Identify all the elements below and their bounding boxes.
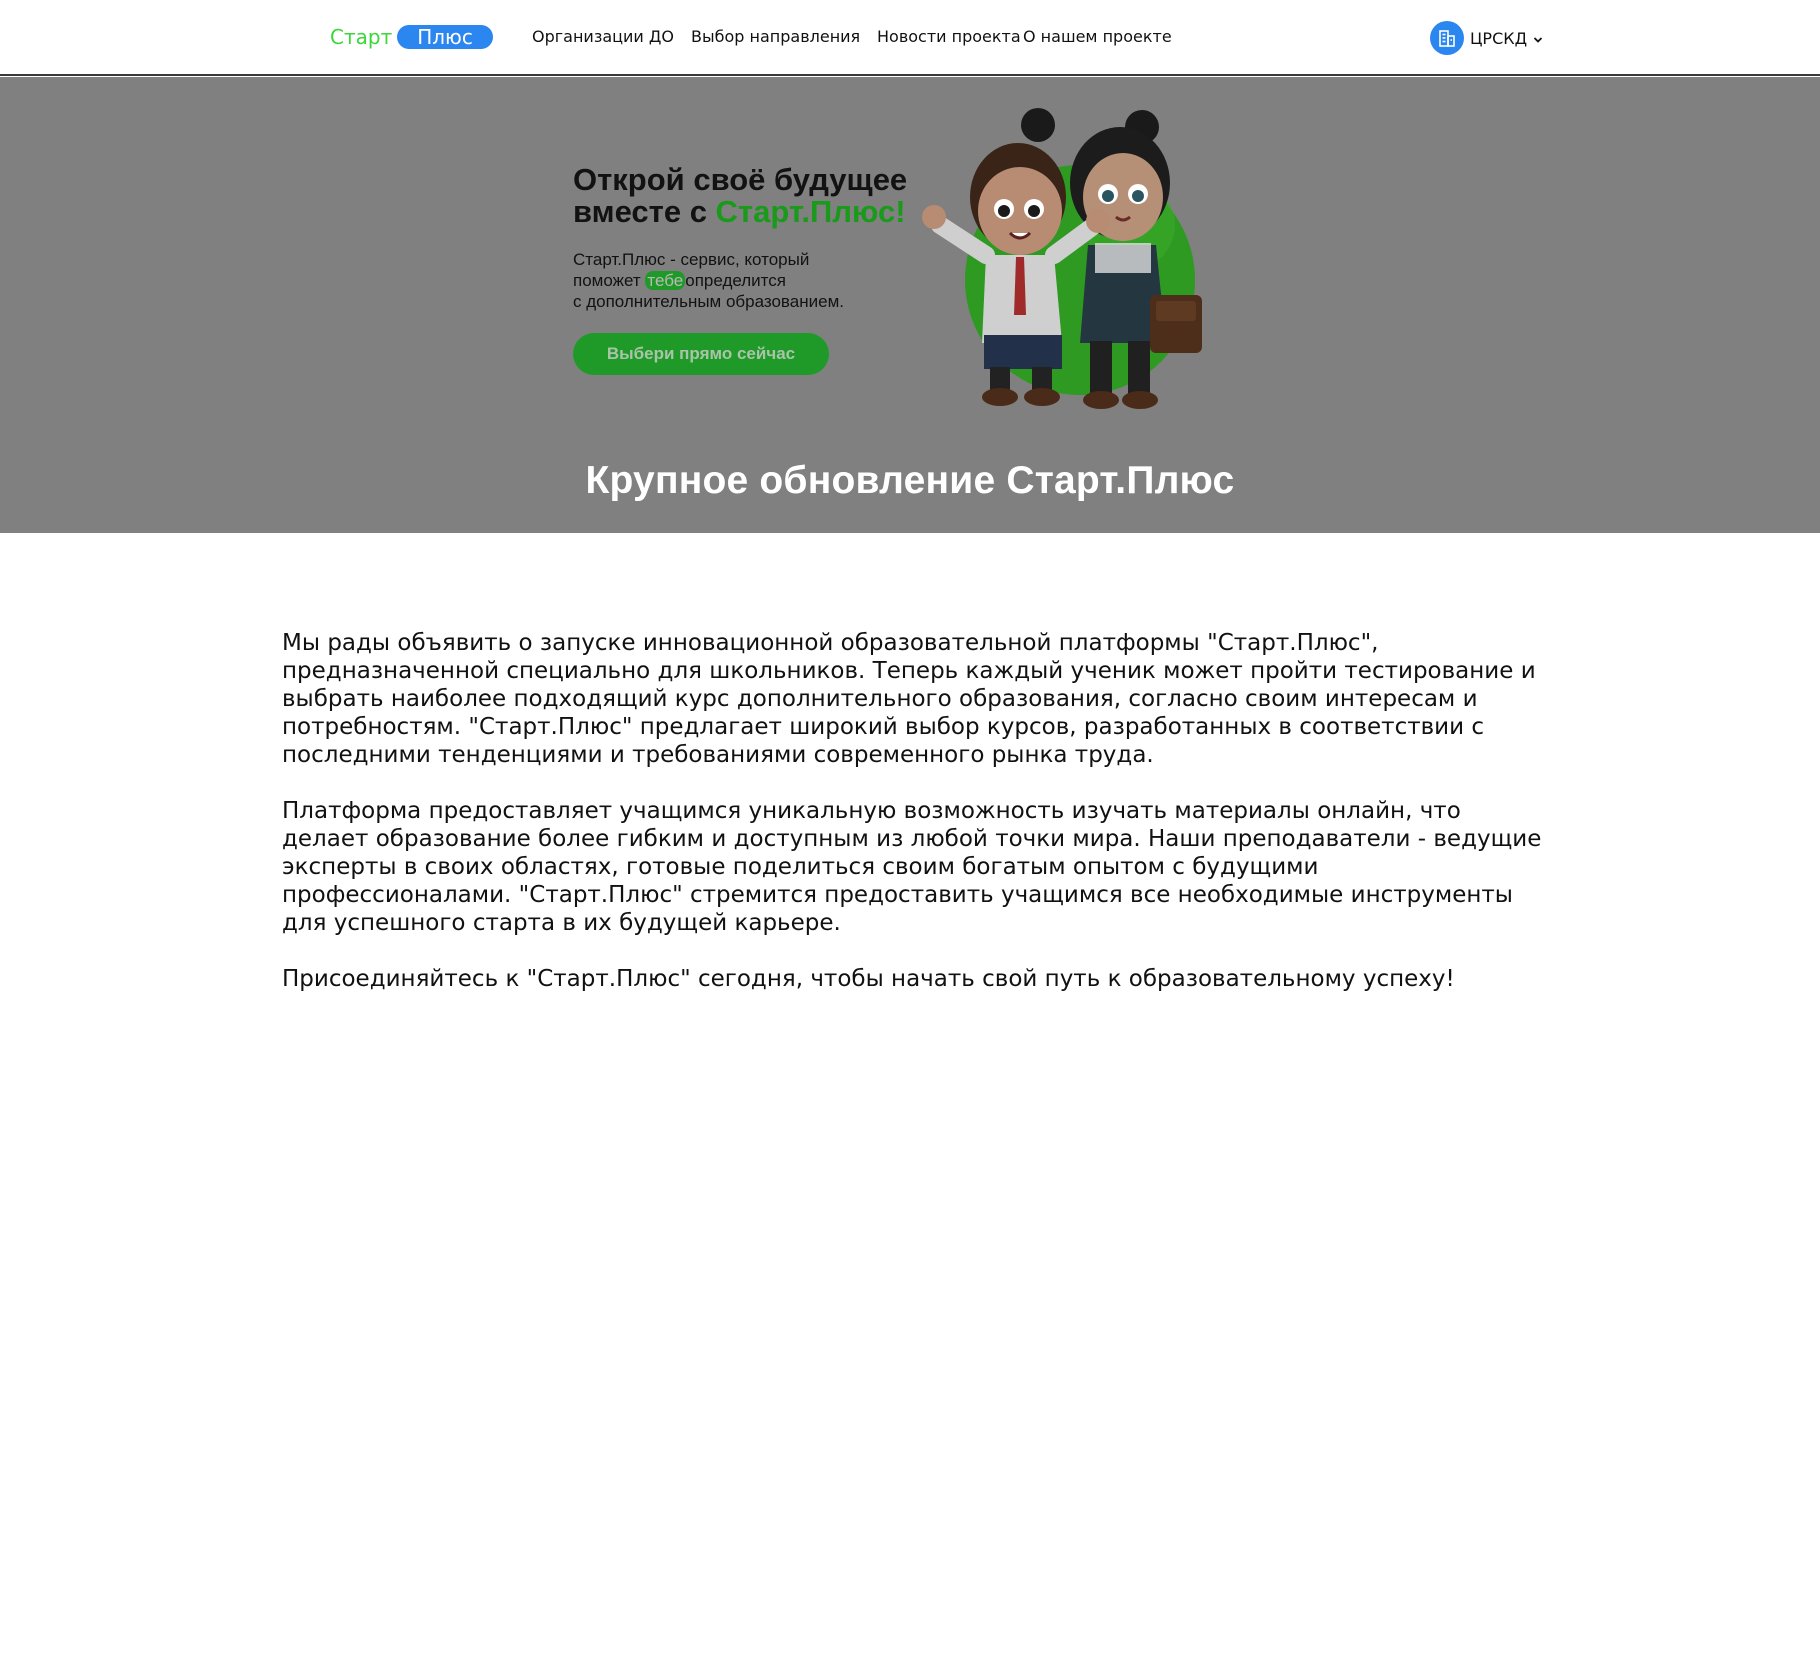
hero-banner: Открой своё будущее вместе с Старт.Плюс!… bbox=[0, 77, 1820, 533]
banner-text-prefix: поможет bbox=[573, 271, 646, 290]
banner-headline-line2: вместе с Старт.Плюс! bbox=[573, 196, 973, 228]
banner-headline-accent: Старт.Плюс! bbox=[715, 194, 906, 229]
site-header: Старт Плюс Организации ДО Выбор направле… bbox=[0, 0, 1820, 76]
article-paragraph: Платформа предоставляет учащимся уникаль… bbox=[282, 798, 1542, 936]
banner-headline-line1: Открой своё будущее bbox=[573, 162, 908, 197]
organization-selector[interactable]: ЦРСКД bbox=[1430, 21, 1543, 55]
article-paragraph: Присоединяйтесь к "Старт.Плюс" сегодня, … bbox=[282, 966, 1455, 992]
news-title: Крупное обновление Старт.Плюс bbox=[585, 459, 1235, 502]
article-paragraph: Мы рады объявить о запуске инновационной… bbox=[282, 630, 1536, 768]
news-article-body: Мы рады объявить о запуске инновационной… bbox=[282, 629, 1542, 1021]
organization-label: ЦРСКД bbox=[1470, 28, 1528, 48]
building-icon bbox=[1430, 21, 1464, 55]
choose-now-button[interactable]: Выбери прямо сейчас bbox=[573, 333, 829, 375]
logo-start-text: Старт bbox=[330, 25, 393, 49]
banner-headline-prefix: вместе с bbox=[573, 194, 716, 229]
logo[interactable]: Старт Плюс bbox=[330, 24, 493, 50]
nav-link-about-project[interactable]: О нашем проекте bbox=[1023, 27, 1172, 46]
logo-plus-badge: Плюс bbox=[397, 25, 493, 49]
banner-text-line2: поможет тебе определится bbox=[573, 271, 786, 290]
banner-text-suffix: определится bbox=[685, 271, 786, 290]
banner-text-line3: с дополнительным образованием. bbox=[573, 292, 844, 311]
kids-illustration bbox=[922, 108, 1202, 409]
nav-link-project-news[interactable]: Новости проекта bbox=[877, 27, 1021, 46]
banner-description: Старт.Плюс - сервис, который поможет теб… bbox=[573, 249, 933, 312]
nav-link-direction-choice[interactable]: Выбор направления bbox=[691, 27, 860, 46]
chevron-down-icon bbox=[1533, 29, 1543, 48]
banner-headline: Открой своё будущее вместе с Старт.Плюс! bbox=[573, 164, 973, 228]
nav-link-organizations[interactable]: Организации ДО bbox=[532, 27, 674, 46]
banner-text-line1: Старт.Плюс - сервис, который bbox=[573, 250, 810, 269]
banner-text-highlight: тебе bbox=[645, 271, 686, 290]
